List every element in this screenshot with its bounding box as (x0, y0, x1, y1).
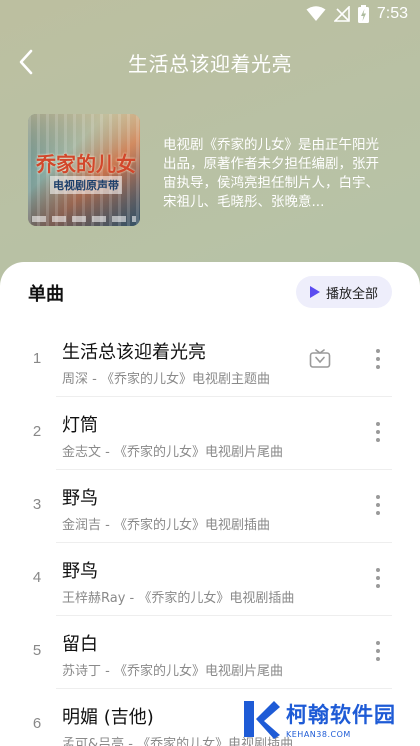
watermark-logo: 柯翰软件园 KEHAN38.COM (238, 692, 420, 746)
sheet-header: 单曲 播放全部 (0, 262, 420, 324)
cover-subtitle: 电视剧原声带 (50, 176, 122, 194)
song-sheet: 单曲 播放全部 1 生活总该迎着光亮 周深 - 《乔家的儿女》电视剧主题曲 2 … (0, 262, 420, 746)
song-title: 留白 (62, 634, 98, 655)
song-index: 4 (32, 569, 42, 586)
song-subtitle: 王梓赫Ray - 《乔家的儿女》电视剧插曲 (62, 591, 295, 606)
song-title: 野鸟 (62, 561, 98, 582)
song-subtitle: 金润吉 - 《乔家的儿女》电视剧插曲 (62, 518, 270, 533)
song-index: 3 (32, 496, 42, 513)
watermark-domain: KEHAN38.COM (286, 730, 351, 739)
song-index: 5 (32, 642, 42, 659)
song-row[interactable]: 1 生活总该迎着光亮 周深 - 《乔家的儿女》电视剧主题曲 (0, 324, 420, 397)
song-title: 明媚 (吉他) (62, 707, 154, 728)
more-options-icon[interactable] (370, 638, 386, 664)
more-options-icon[interactable] (370, 565, 386, 591)
album-cover[interactable]: 乔家的儿女 电视剧原声带 (28, 114, 140, 226)
more-options-icon[interactable] (370, 419, 386, 445)
play-all-label: 播放全部 (325, 286, 378, 302)
mv-video-icon[interactable] (309, 349, 331, 369)
status-bar: 7:53 (0, 0, 420, 28)
back-button[interactable] (12, 48, 40, 76)
page-title: 生活总该迎着光亮 (128, 51, 292, 76)
song-index: 1 (32, 350, 42, 367)
section-title: 单曲 (28, 284, 64, 305)
cover-title: 乔家的儿女 (36, 152, 136, 176)
song-subtitle: 金志文 - 《乔家的儿女》电视剧片尾曲 (62, 445, 283, 460)
song-row[interactable]: 5 留白 苏诗丁 - 《乔家的儿女》电视剧片尾曲 (0, 616, 420, 689)
no-signal-icon (333, 6, 350, 22)
more-options-icon[interactable] (370, 492, 386, 518)
battery-charging-icon (357, 5, 369, 23)
album-description[interactable]: 电视剧《乔家的儿女》是由正午阳光出品，原著作者未夕担任编剧，张开宙执导，侯鸿亮担… (163, 136, 385, 212)
song-title: 灯筒 (62, 415, 98, 436)
song-subtitle: 苏诗丁 - 《乔家的儿女》电视剧片尾曲 (62, 664, 283, 679)
song-row[interactable]: 2 灯筒 金志文 - 《乔家的儿女》电视剧片尾曲 (0, 397, 420, 470)
song-row[interactable]: 3 野鸟 金润吉 - 《乔家的儿女》电视剧插曲 (0, 470, 420, 543)
play-icon (309, 286, 320, 298)
status-time: 7:53 (376, 5, 408, 22)
song-subtitle: 周深 - 《乔家的儿女》电视剧主题曲 (62, 372, 270, 387)
song-title: 野鸟 (62, 488, 98, 509)
header: 生活总该迎着光亮 (0, 40, 420, 84)
song-title: 生活总该迎着光亮 (62, 342, 206, 363)
k-logo-icon (244, 701, 280, 739)
song-list: 1 生活总该迎着光亮 周深 - 《乔家的儿女》电视剧主题曲 2 灯筒 金志文 -… (0, 324, 420, 746)
chevron-left-icon (19, 49, 33, 75)
more-options-icon[interactable] (370, 346, 386, 372)
wifi-icon (306, 6, 326, 22)
song-row[interactable]: 4 野鸟 王梓赫Ray - 《乔家的儿女》电视剧插曲 (0, 543, 420, 616)
watermark-name: 柯翰软件园 (286, 703, 396, 727)
cover-footer (32, 216, 136, 222)
play-all-button[interactable]: 播放全部 (295, 276, 392, 308)
song-index: 2 (32, 423, 42, 440)
song-index: 6 (32, 715, 42, 732)
